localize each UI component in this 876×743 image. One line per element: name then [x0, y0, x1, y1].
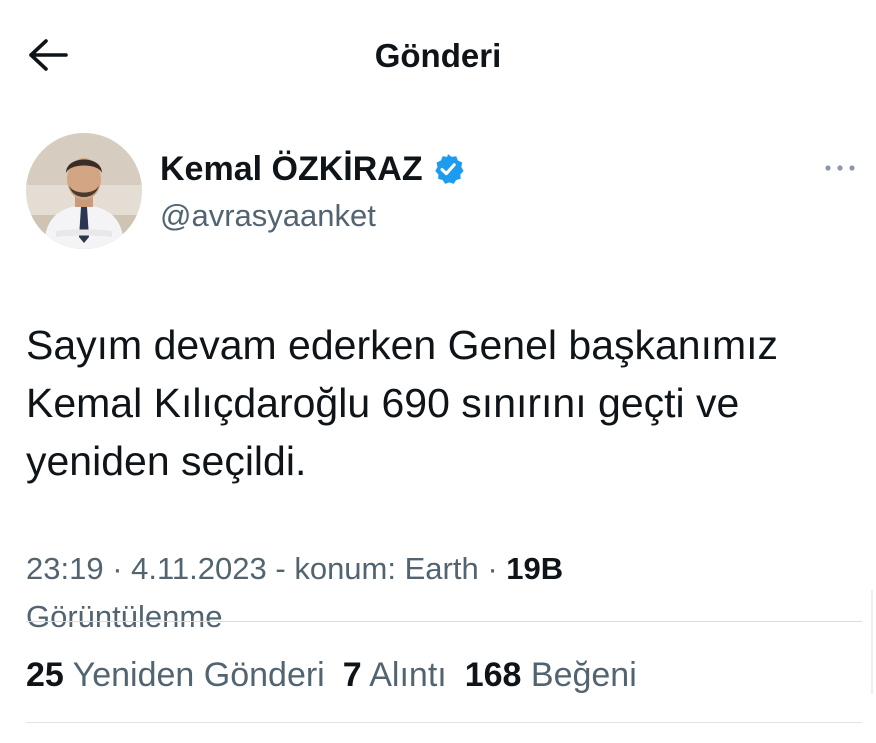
post-header: Gönderi	[0, 0, 876, 110]
divider	[26, 722, 862, 723]
page-title: Gönderi	[374, 37, 502, 74]
divider	[26, 621, 862, 622]
post-location: konum: Earth	[294, 551, 479, 586]
avatar[interactable]	[26, 133, 142, 249]
reposts-count: 25	[26, 656, 64, 694]
quotes-label: Alıntı	[369, 656, 447, 694]
reposts-stat[interactable]: 25 Yeniden Gönderi	[26, 653, 325, 697]
more-horizontal-icon	[825, 165, 855, 171]
meta-dash: -	[275, 551, 295, 586]
reposts-label: Yeniden Gönderi	[72, 656, 325, 694]
meta-separator: ·	[487, 551, 507, 586]
likes-label: Beğeni	[530, 656, 637, 694]
more-options-button[interactable]	[820, 160, 860, 176]
views-label: Görüntülenme	[26, 599, 223, 634]
edge-line	[871, 590, 873, 694]
post-meta: 23:19 · 4.11.2023 - konum: Earth · 19B	[26, 548, 856, 590]
post-text: Sayım devam ederken Genel başkanımız Kem…	[26, 322, 779, 484]
views-count: 19B	[506, 551, 564, 586]
engagement-stats: 25 Yeniden Gönderi 7 Alıntı 168 Beğeni	[26, 653, 655, 697]
post-date[interactable]: 4.11.2023	[131, 551, 267, 586]
quotes-count: 7	[342, 656, 362, 694]
author-handle[interactable]: @avrasyaanket	[160, 197, 376, 235]
quotes-stat[interactable]: 7 Alıntı	[343, 653, 447, 697]
author-name-row[interactable]: Kemal ÖZKİRAZ	[160, 148, 465, 190]
verified-badge-icon	[434, 154, 464, 184]
likes-stat[interactable]: 168 Beğeni	[465, 653, 637, 697]
post-time[interactable]: 23:19	[26, 551, 104, 586]
avatar-image	[26, 133, 142, 249]
author-name[interactable]: Kemal ÖZKİRAZ	[160, 149, 423, 189]
likes-count: 168	[464, 656, 522, 694]
meta-separator: ·	[112, 551, 132, 586]
